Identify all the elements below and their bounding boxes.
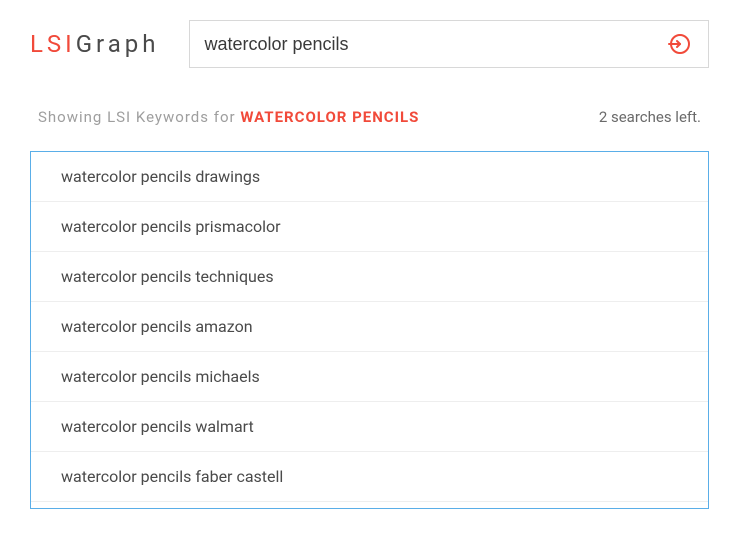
showing-text: Showing LSI Keywords for WATERCOLOR PENC…	[38, 108, 419, 126]
result-item[interactable]: watercolor pencils faber castell	[31, 452, 708, 502]
keyword-highlight: WATERCOLOR PENCILS	[240, 108, 419, 126]
enter-icon	[666, 32, 690, 56]
search-input[interactable]	[204, 34, 662, 55]
submit-button[interactable]	[662, 28, 694, 60]
search-box	[189, 20, 709, 68]
result-item[interactable]: watercolor pencils techniques	[31, 252, 708, 302]
subheader: Showing LSI Keywords for WATERCOLOR PENC…	[30, 108, 709, 126]
result-item[interactable]: watercolor pencils walmart	[31, 402, 708, 452]
results-list[interactable]: watercolor pencils drawingswatercolor pe…	[31, 152, 708, 508]
result-item[interactable]: watercolor pencils drawings	[31, 152, 708, 202]
result-item[interactable]: watercolor pencils prismacolor	[31, 202, 708, 252]
header: LSIGraph	[30, 20, 709, 68]
logo: LSIGraph	[30, 30, 159, 58]
result-item[interactable]: watercolor pencils michaels	[31, 352, 708, 402]
logo-lsi: LSI	[30, 30, 76, 58]
results-box: watercolor pencils drawingswatercolor pe…	[30, 151, 709, 509]
showing-prefix: Showing LSI Keywords for	[38, 108, 240, 126]
searches-left: 2 searches left.	[599, 108, 701, 126]
result-item[interactable]: watercolor pencils art	[31, 502, 708, 508]
result-item[interactable]: watercolor pencils amazon	[31, 302, 708, 352]
logo-graph: Graph	[76, 30, 160, 58]
